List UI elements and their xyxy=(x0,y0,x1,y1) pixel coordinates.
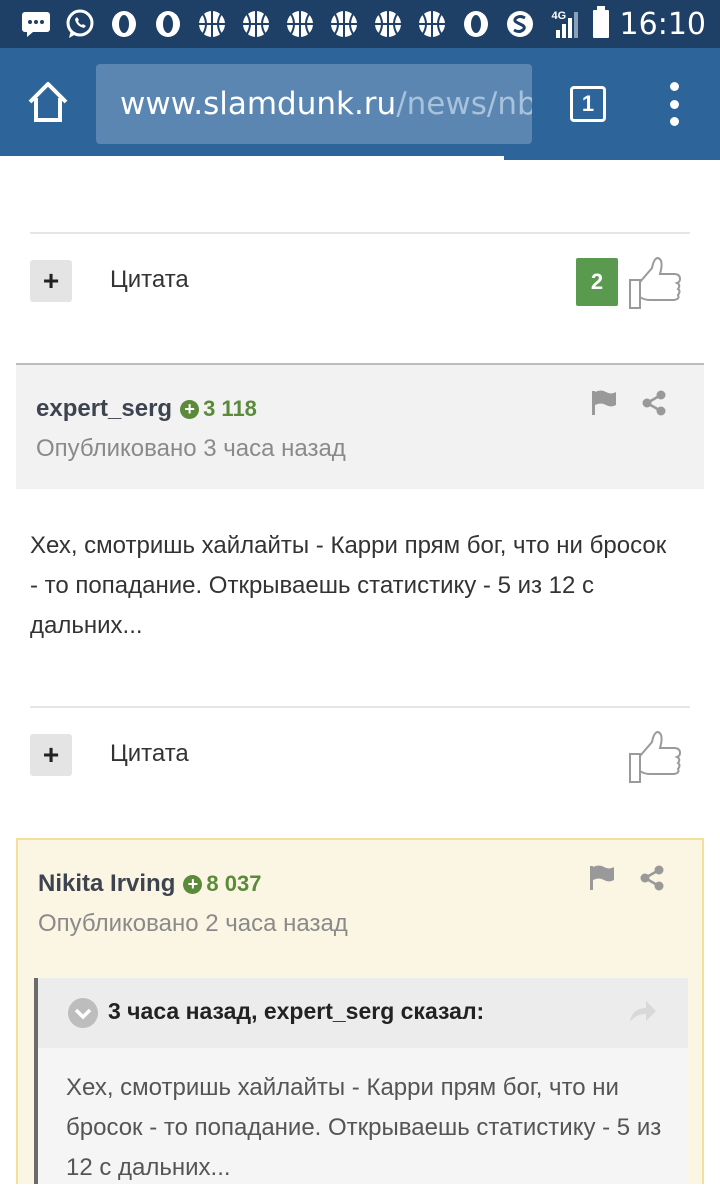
thumbs-up-icon[interactable] xyxy=(626,254,682,312)
report-flag-icon[interactable] xyxy=(590,389,618,417)
clock: 16:10 xyxy=(619,6,706,42)
quote-button[interactable]: Цитата xyxy=(110,266,189,294)
divider xyxy=(30,706,690,708)
quoted-message: 3 часа назад, expert_serg сказал: Хех, с… xyxy=(34,978,688,1184)
multiquote-button[interactable]: + xyxy=(30,734,72,776)
opera-icon xyxy=(152,8,184,40)
menu-dot xyxy=(669,99,679,109)
author-name[interactable]: expert_serg xyxy=(36,395,172,423)
basketball-icon xyxy=(240,8,272,40)
post-header: Nikita Irving + 8 037 Опубликовано 2 час… xyxy=(16,838,704,962)
post-body: Хех, смотришь хайлайты - Карри прям бог,… xyxy=(30,532,667,639)
reputation: + 3 118 xyxy=(180,396,257,422)
notification-icons xyxy=(20,6,536,42)
status-bar: 4G 16:10 xyxy=(0,0,720,48)
comments-section: + Цитата 2 expert_serg + 3 118 Опубликов… xyxy=(0,160,720,1184)
chevron-down-icon[interactable] xyxy=(68,998,98,1028)
divider xyxy=(30,232,690,234)
basketball-icon xyxy=(196,8,228,40)
like-count-badge: 2 xyxy=(576,258,618,306)
whatsapp-icon xyxy=(64,8,96,40)
reputation-plus-icon: + xyxy=(180,399,200,419)
battery-icon xyxy=(592,5,610,43)
basketball-icon xyxy=(284,8,316,40)
share-icon[interactable] xyxy=(638,864,666,892)
menu-dot xyxy=(669,82,679,91)
post-author: Nikita Irving + 8 037 xyxy=(38,870,261,898)
browser-toolbar: www.slamdunk.ru/news/nba 1 xyxy=(0,48,720,160)
basketball-icon xyxy=(416,8,448,40)
multiquote-button[interactable]: + xyxy=(30,260,72,302)
share-icon[interactable] xyxy=(640,389,668,417)
s-app-icon xyxy=(504,8,536,40)
opera-icon xyxy=(460,8,492,40)
post-timestamp: Опубликовано 2 часа назад xyxy=(38,910,348,937)
tab-switcher-button[interactable]: 1 xyxy=(570,86,606,122)
go-to-post-icon[interactable] xyxy=(628,998,658,1024)
post-header: expert_serg + 3 118 Опубликовано 3 часа … xyxy=(16,365,704,489)
reputation: + 8 037 xyxy=(183,871,261,897)
url-path: /news/nba xyxy=(396,86,532,122)
opera-icon xyxy=(108,8,140,40)
status-right: 4G 16:10 xyxy=(552,0,706,48)
author-name[interactable]: Nikita Irving xyxy=(38,870,175,898)
home-button[interactable] xyxy=(24,78,72,130)
overflow-menu-button[interactable] xyxy=(662,82,686,126)
quote-attribution: 3 часа назад, expert_serg сказал: xyxy=(108,998,485,1024)
home-icon xyxy=(28,82,68,122)
reputation-plus-icon: + xyxy=(183,874,203,894)
menu-dot xyxy=(669,117,679,126)
post-author: expert_serg + 3 118 xyxy=(36,395,257,423)
quote-text: Хех, смотришь хайлайты - Карри прям бог,… xyxy=(66,1074,662,1181)
url-host: www.slamdunk.ru xyxy=(120,86,397,122)
reputation-value: 8 037 xyxy=(206,871,262,896)
basketball-icon xyxy=(328,8,360,40)
thumbs-up-icon[interactable] xyxy=(626,728,682,786)
messages-icon xyxy=(20,8,52,40)
quote-button[interactable]: Цитата xyxy=(110,740,189,768)
address-bar[interactable]: www.slamdunk.ru/news/nba xyxy=(96,64,532,144)
post-timestamp: Опубликовано 3 часа назад xyxy=(36,435,346,462)
report-flag-icon[interactable] xyxy=(588,864,616,892)
basketball-icon xyxy=(372,8,404,40)
signal-icon: 4G xyxy=(552,8,582,40)
quote-header: 3 часа назад, expert_serg сказал: xyxy=(38,978,688,1048)
reputation-value: 3 118 xyxy=(203,396,257,421)
